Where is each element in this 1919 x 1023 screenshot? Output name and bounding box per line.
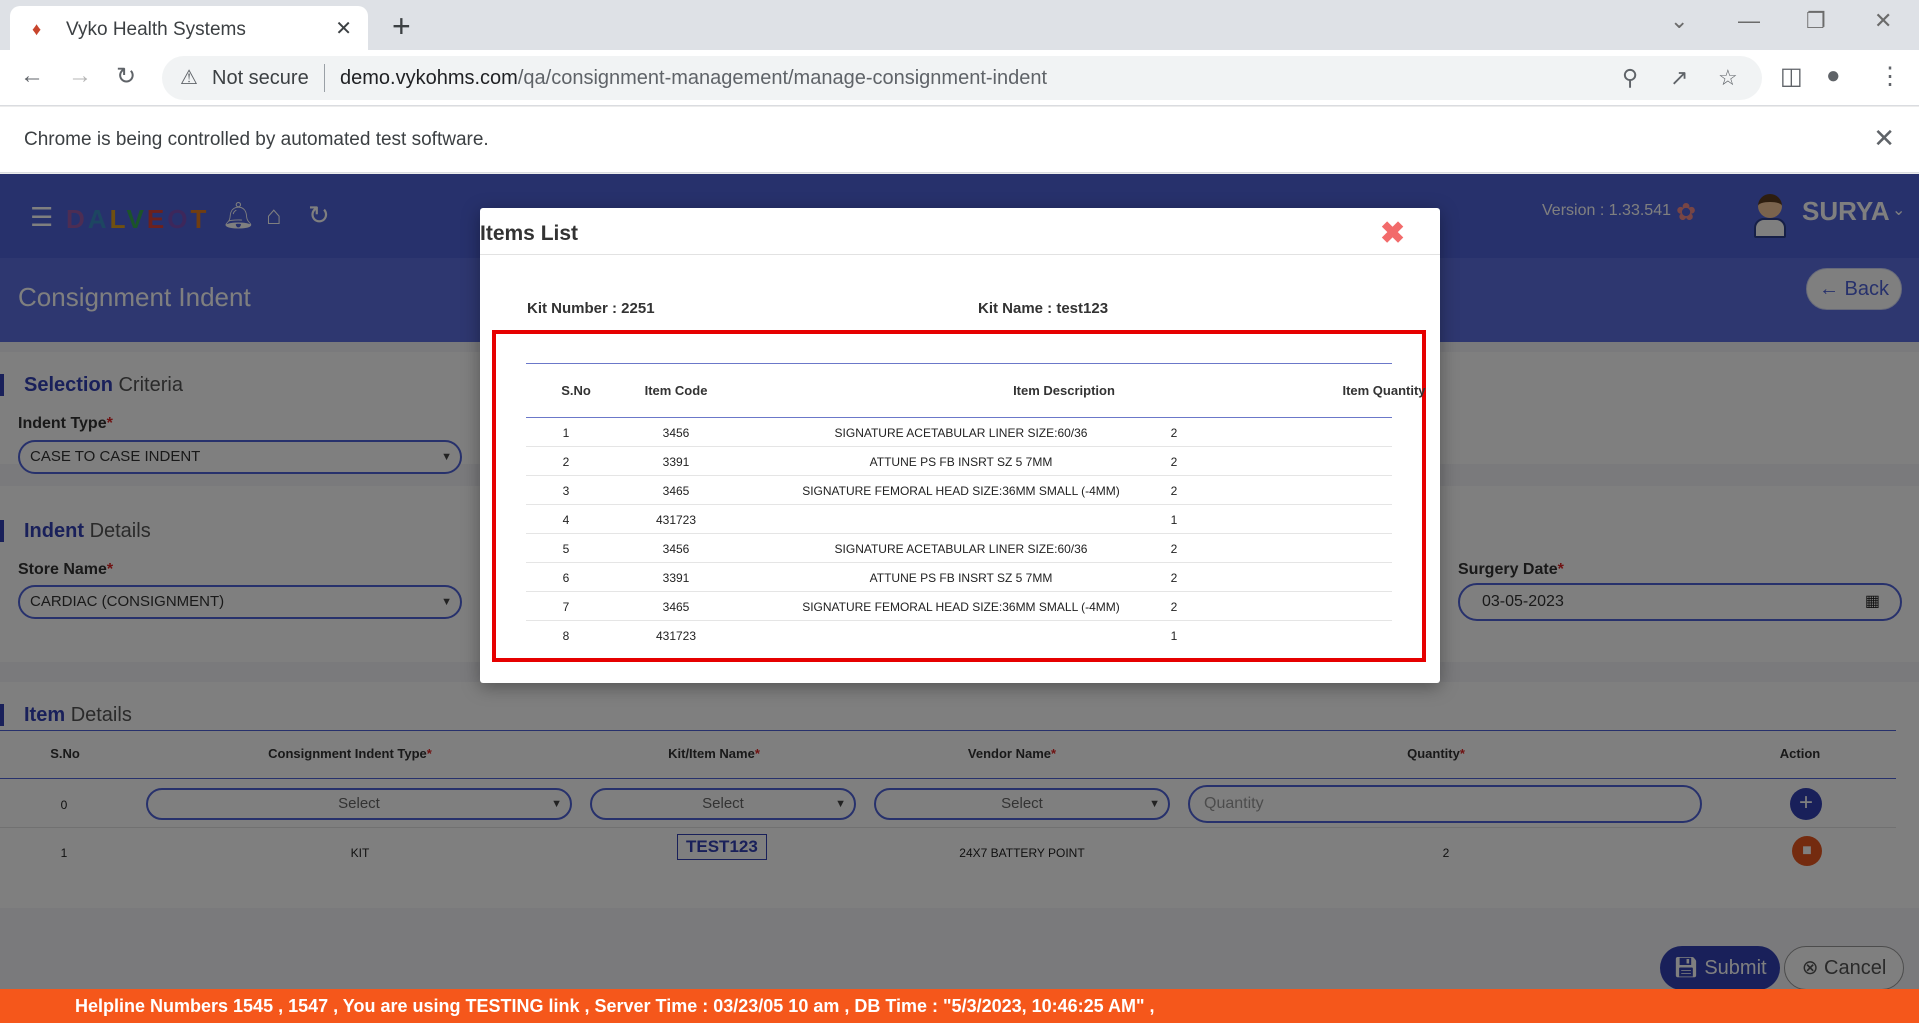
col-sno: S.No bbox=[561, 383, 591, 398]
cell-item-description: SIGNATURE ACETABULAR LINER SIZE:60/36 bbox=[834, 426, 1088, 440]
cell-item-quantity: 1 bbox=[1170, 629, 1178, 643]
cell-item-description: SIGNATURE FEMORAL HEAD SIZE:36MM SMALL (… bbox=[802, 600, 1120, 614]
cell-item-quantity: 2 bbox=[1170, 426, 1178, 440]
reload-icon[interactable]: ↻ bbox=[116, 62, 136, 91]
table-row: 5 3456 SIGNATURE ACETABULAR LINER SIZE:60/… bbox=[526, 534, 1392, 563]
cell-item-code: 431723 bbox=[655, 513, 697, 527]
infobar-text: Chrome is being controlled by automated … bbox=[24, 129, 489, 150]
warning-icon: ⚠ bbox=[180, 67, 198, 89]
cell-item-quantity: 2 bbox=[1170, 600, 1178, 614]
browser-tab[interactable]: ♦ Vyko Health Systems ✕ bbox=[10, 6, 368, 50]
cell-sno: 3 bbox=[562, 484, 570, 498]
cell-sno: 1 bbox=[562, 426, 570, 440]
back-arrow-icon[interactable]: ← bbox=[20, 62, 44, 90]
col-item-quantity: Item Quantity bbox=[1342, 383, 1426, 398]
table-row: 4 431723 1 bbox=[526, 505, 1392, 534]
cell-item-quantity: 2 bbox=[1170, 455, 1178, 469]
table-top-rule bbox=[526, 363, 1392, 364]
restore-icon[interactable]: ❐ bbox=[1806, 8, 1826, 34]
automation-infobar: Chrome is being controlled by automated … bbox=[0, 107, 1919, 173]
col-item-code: Item Code bbox=[644, 383, 708, 398]
cell-item-code: 3391 bbox=[662, 571, 690, 585]
tab-close-icon[interactable]: ✕ bbox=[335, 16, 352, 41]
kit-name: Kit Name : test123 bbox=[978, 300, 1109, 317]
table-row: 7 3465 SIGNATURE FEMORAL HEAD SIZE:36MM SM… bbox=[526, 592, 1392, 621]
url-separator bbox=[324, 64, 325, 92]
address-bar[interactable]: ⚠ Not secure demo.vykohms.com/qa/consign… bbox=[162, 56, 1762, 100]
cell-sno: 5 bbox=[562, 542, 570, 556]
cell-item-description: SIGNATURE ACETABULAR LINER SIZE:60/36 bbox=[834, 542, 1088, 556]
col-item-description: Item Description bbox=[1013, 383, 1115, 398]
table-row: 1 3456 SIGNATURE ACETABULAR LINER SIZE:60/… bbox=[526, 418, 1392, 447]
chrome-menu-icon[interactable]: ⋮ bbox=[1878, 62, 1902, 91]
table-row: 8 431723 1 bbox=[526, 621, 1392, 650]
close-icon[interactable]: ✖ bbox=[1380, 219, 1405, 249]
cell-item-description: ATTUNE PS FB INSRT SZ 5 7MM bbox=[869, 455, 1053, 469]
tab-search-icon[interactable]: ⌄ bbox=[1670, 8, 1688, 34]
cell-item-code: 3456 bbox=[662, 542, 690, 556]
side-panel-icon[interactable]: ◫ bbox=[1780, 62, 1803, 91]
site-favicon-icon: ♦ bbox=[32, 19, 42, 39]
tab-title: Vyko Health Systems bbox=[66, 19, 246, 40]
forward-arrow-icon[interactable]: → bbox=[68, 62, 92, 90]
profile-icon[interactable]: ● bbox=[1826, 62, 1841, 90]
cell-item-quantity: 2 bbox=[1170, 571, 1178, 585]
cell-sno: 4 bbox=[562, 513, 570, 527]
cell-item-quantity: 1 bbox=[1170, 513, 1178, 527]
cell-item-code: 3391 bbox=[662, 455, 690, 469]
cell-sno: 2 bbox=[562, 455, 570, 469]
modal-divider bbox=[480, 254, 1440, 255]
cell-item-code: 3456 bbox=[662, 426, 690, 440]
browser-toolbar: ← → ↻ ⚠ Not secure demo.vykohms.com/qa/c… bbox=[0, 50, 1919, 106]
table-row: 6 3391 ATTUNE PS FB INSRT SZ 5 7MM 2 bbox=[526, 563, 1392, 592]
cell-sno: 6 bbox=[562, 571, 570, 585]
modal-title: Items List bbox=[480, 222, 579, 245]
items-list-modal: Items List ✖ Kit Number : 2251 Kit Name … bbox=[480, 208, 1440, 683]
cell-item-code: 431723 bbox=[655, 629, 697, 643]
browser-tabstrip: ♦ Vyko Health Systems ✕ + ⌄ — ❐ ✕ bbox=[0, 0, 1919, 50]
cell-item-code: 3465 bbox=[662, 600, 690, 614]
kit-number: Kit Number : 2251 bbox=[527, 300, 655, 317]
cell-item-code: 3465 bbox=[662, 484, 690, 498]
helpline-banner: Helpline Numbers 1545 , 1547 , You are u… bbox=[0, 989, 1919, 1023]
infobar-close-icon[interactable]: ✕ bbox=[1873, 123, 1895, 154]
cell-item-description: SIGNATURE FEMORAL HEAD SIZE:36MM SMALL (… bbox=[802, 484, 1120, 498]
table-row: 2 3391 ATTUNE PS FB INSRT SZ 5 7MM 2 bbox=[526, 447, 1392, 476]
new-tab-icon[interactable]: + bbox=[392, 8, 411, 45]
url-text[interactable]: demo.vykohms.com/qa/consignment-manageme… bbox=[340, 67, 1047, 90]
table-row: 3 3465 SIGNATURE FEMORAL HEAD SIZE:36MM SM… bbox=[526, 476, 1392, 505]
cell-item-quantity: 2 bbox=[1170, 542, 1178, 556]
minimize-icon[interactable]: — bbox=[1738, 8, 1760, 34]
window-close-icon[interactable]: ✕ bbox=[1874, 8, 1892, 34]
cell-item-quantity: 2 bbox=[1170, 484, 1178, 498]
zoom-icon[interactable]: ⚲ bbox=[1622, 65, 1638, 91]
share-icon[interactable]: ↗ bbox=[1670, 65, 1688, 91]
bookmark-star-icon[interactable]: ☆ bbox=[1718, 65, 1738, 91]
cell-sno: 7 bbox=[562, 600, 570, 614]
cell-item-description: ATTUNE PS FB INSRT SZ 5 7MM bbox=[869, 571, 1053, 585]
cell-sno: 8 bbox=[562, 629, 570, 643]
security-label[interactable]: Not secure bbox=[212, 67, 309, 90]
